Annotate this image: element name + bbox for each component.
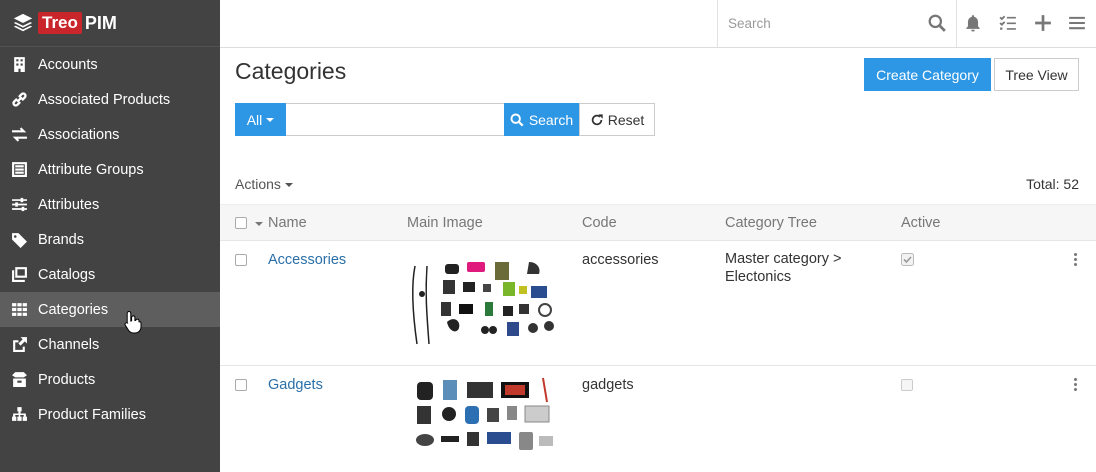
actions-label: Actions xyxy=(235,176,281,192)
sidebar-item-label: Catalogs xyxy=(38,266,96,283)
row-checkbox[interactable] xyxy=(235,254,247,266)
filter-all-label: All xyxy=(246,111,263,128)
logo-pim-text: PIM xyxy=(84,12,117,33)
top-navbar xyxy=(220,0,1096,48)
refresh-icon xyxy=(591,113,603,125)
column-header-main-image: Main Image xyxy=(407,215,483,231)
create-category-button[interactable]: Create Category xyxy=(864,58,991,91)
sidebar-item-label: Associated Products xyxy=(38,91,171,108)
categories-table: Name Main Image Code Category Tree Activ… xyxy=(220,204,1096,472)
global-search xyxy=(717,0,957,47)
sidebar-item-product-families[interactable]: Product Families xyxy=(0,397,220,432)
tags-icon xyxy=(10,231,28,249)
sidebar-item-label: Associations xyxy=(38,126,120,143)
sidebar-item-associations[interactable]: Associations xyxy=(0,117,220,152)
select-all-checkbox[interactable] xyxy=(235,217,247,229)
reset-button[interactable]: Reset xyxy=(579,103,655,136)
row-code: gadgets xyxy=(582,377,634,393)
sidebar-item-channels[interactable]: Channels xyxy=(0,327,220,362)
category-tree-line[interactable]: Electonics xyxy=(725,269,791,285)
sidebar-item-products[interactable]: Products xyxy=(0,362,220,397)
windows-icon xyxy=(10,266,28,284)
table-row: Gadgets gadgets xyxy=(220,366,1096,472)
page-title: Categories xyxy=(235,58,347,84)
attribute-group-icon xyxy=(10,161,28,179)
gadgets-image[interactable] xyxy=(415,376,555,456)
search-button[interactable]: Search xyxy=(504,103,579,136)
task-list-icon[interactable] xyxy=(999,14,1017,32)
menu-icon[interactable] xyxy=(1068,14,1086,32)
link-icon xyxy=(10,91,28,109)
logo[interactable]: Treo PIM xyxy=(0,0,220,47)
bell-icon[interactable] xyxy=(964,14,982,32)
row-actions-kebab-icon[interactable] xyxy=(1074,378,1078,392)
sidebar-item-label: Accounts xyxy=(38,56,98,73)
plus-icon[interactable] xyxy=(1034,14,1052,32)
sidebar-item-catalogs[interactable]: Catalogs xyxy=(0,257,220,292)
sidebar-item-label: Attribute Groups xyxy=(38,161,144,178)
exchange-icon xyxy=(10,126,28,144)
sidebar-item-label: Channels xyxy=(38,336,100,353)
search-icon[interactable] xyxy=(928,14,946,32)
sidebar-item-accounts[interactable]: Accounts xyxy=(0,47,220,82)
row-category-tree: Master category > Electonics xyxy=(725,250,841,286)
sidebar-item-label: Categories xyxy=(38,301,109,318)
column-header-name[interactable]: Name xyxy=(268,215,307,231)
tree-view-button[interactable]: Tree View xyxy=(994,58,1079,91)
sidebar-item-attribute-groups[interactable]: Attribute Groups xyxy=(0,152,220,187)
sidebar-item-label: Attributes xyxy=(38,196,100,213)
layers-logo-icon xyxy=(13,13,33,32)
sidebar-item-associated-products[interactable]: Associated Products xyxy=(0,82,220,117)
row-code: accessories xyxy=(582,252,659,268)
actions-dropdown[interactable]: Actions xyxy=(235,176,293,192)
sidebar-item-attributes[interactable]: Attributes xyxy=(0,187,220,222)
accessories-image[interactable] xyxy=(407,256,559,348)
caret-down-icon xyxy=(284,183,293,188)
sitemap-icon xyxy=(10,406,28,424)
total-count: Total: 52 xyxy=(1026,176,1079,192)
box-icon xyxy=(10,371,28,389)
column-header-category-tree: Category Tree xyxy=(725,215,817,231)
sidebar-item-brands[interactable]: Brands xyxy=(0,222,220,257)
filter-all-dropdown[interactable]: All xyxy=(235,103,286,136)
row-actions-kebab-icon[interactable] xyxy=(1074,253,1078,267)
logo-treo-text: Treo xyxy=(38,12,82,34)
search-filter-bar: All Search Reset xyxy=(235,103,655,136)
active-checkbox-unchecked xyxy=(901,379,913,391)
sliders-icon xyxy=(10,196,28,214)
sidebar-item-label: Product Families xyxy=(38,406,146,423)
sidebar-item-label: Brands xyxy=(38,231,84,248)
search-icon xyxy=(510,113,524,126)
column-header-active[interactable]: Active xyxy=(901,215,941,231)
row-name-link[interactable]: Gadgets xyxy=(268,377,323,393)
caret-down-icon[interactable] xyxy=(255,222,263,226)
global-search-input[interactable] xyxy=(718,8,913,39)
search-button-label: Search xyxy=(528,111,574,128)
row-checkbox[interactable] xyxy=(235,379,247,391)
table-header: Name Main Image Code Category Tree Activ… xyxy=(220,204,1096,241)
table-row: Accessories accessories Master category … xyxy=(220,241,1096,366)
sidebar-item-label: Products xyxy=(38,371,96,388)
active-checkbox-checked xyxy=(901,253,914,266)
category-tree-line[interactable]: Master category > xyxy=(725,251,841,267)
share-icon xyxy=(10,336,28,354)
main-content: Categories Create Category Tree View All… xyxy=(220,48,1096,472)
column-header-code[interactable]: Code xyxy=(582,215,617,231)
caret-down-icon xyxy=(266,117,275,122)
filter-text-input[interactable] xyxy=(286,103,504,136)
reset-button-label: Reset xyxy=(607,111,645,128)
sidebar-item-categories[interactable]: Categories xyxy=(0,292,220,334)
row-name-link[interactable]: Accessories xyxy=(268,252,346,268)
grid-icon xyxy=(10,301,28,319)
building-icon xyxy=(10,56,28,74)
sidebar: Treo PIM Accounts Associated Products As… xyxy=(0,0,220,472)
